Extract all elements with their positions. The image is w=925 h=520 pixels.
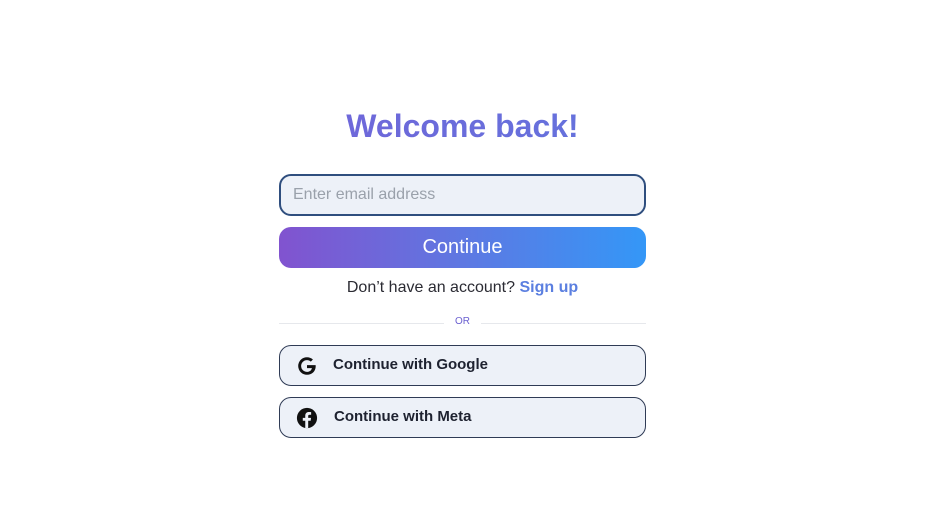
continue-with-google-button[interactable]: Continue with Google bbox=[279, 345, 646, 386]
divider-right bbox=[481, 323, 646, 324]
signup-prompt-text: Don’t have an account? bbox=[346, 279, 515, 296]
signup-link[interactable]: Sign up bbox=[519, 279, 578, 296]
divider-or-label: OR bbox=[455, 316, 470, 327]
page-title: Welcome back! bbox=[0, 104, 925, 148]
facebook-icon bbox=[296, 407, 318, 429]
email-input[interactable] bbox=[279, 174, 646, 216]
google-button-label: Continue with Google bbox=[333, 356, 488, 373]
continue-button[interactable]: Continue bbox=[279, 227, 646, 268]
google-icon bbox=[296, 355, 318, 377]
continue-with-meta-button[interactable]: Continue with Meta bbox=[279, 397, 646, 438]
meta-button-label: Continue with Meta bbox=[334, 408, 472, 425]
divider-left bbox=[279, 323, 444, 324]
signup-prompt-row: Don’t have an account? Sign up bbox=[0, 278, 925, 298]
